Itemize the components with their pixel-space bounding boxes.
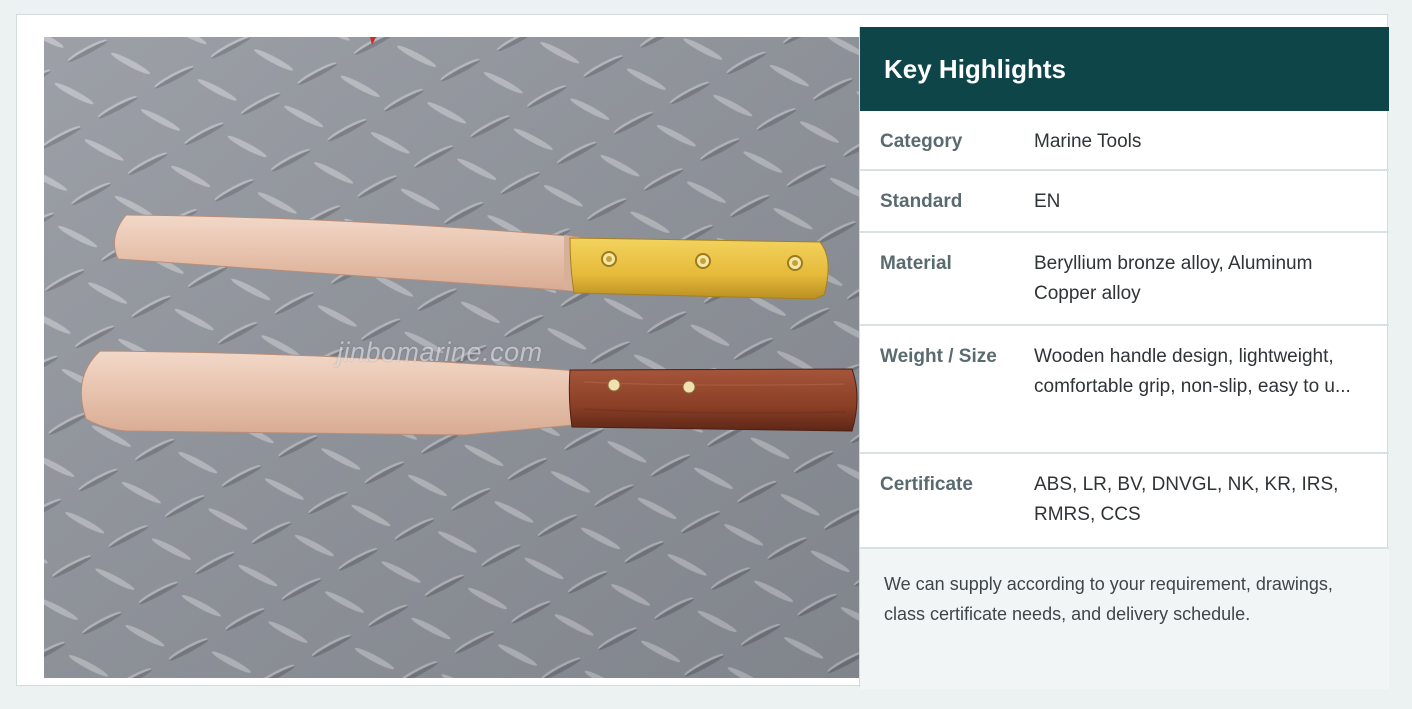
row-value: Marine Tools — [1034, 131, 1142, 152]
row-value: Beryllium bronze alloy, Aluminum Copper … — [1034, 253, 1313, 304]
watermark-text: jinbomarine.com — [337, 337, 543, 367]
highlight-row-material: Material Beryllium bronze alloy, Aluminu… — [860, 233, 1389, 326]
highlight-row-certificate: Certificate ABS, LR, BV, DNVGL, NK, KR, … — [860, 454, 1389, 549]
product-image[interactable]: jinbomarine.com — [44, 37, 859, 678]
supply-note: We can supply according to your requirem… — [860, 549, 1389, 689]
row-value: ABS, LR, BV, DNVGL, NK, KR, IRS, RMRS, C… — [1034, 474, 1339, 525]
row-value: EN — [1034, 191, 1061, 212]
key-highlights-panel: Key Highlights Category Marine Tools Sta… — [859, 27, 1389, 689]
highlights-table: Category Marine Tools Standard EN Materi… — [860, 111, 1389, 689]
highlight-row-category: Category Marine Tools — [860, 111, 1389, 171]
row-label: Certificate — [880, 474, 973, 495]
row-label: Material — [880, 253, 952, 274]
product-card: jinbomarine.com Key Highlights Category … — [16, 14, 1389, 689]
row-value: Wooden handle design, lightweight, comfo… — [1034, 346, 1351, 397]
highlight-row-weight-size: Weight / Size Wooden handle design, ligh… — [860, 326, 1389, 454]
row-label: Weight / Size — [880, 346, 997, 367]
panel-title: Key Highlights — [860, 27, 1389, 111]
row-label: Standard — [880, 191, 963, 212]
row-label: Category — [880, 131, 963, 152]
highlight-row-standard: Standard EN — [860, 171, 1389, 233]
